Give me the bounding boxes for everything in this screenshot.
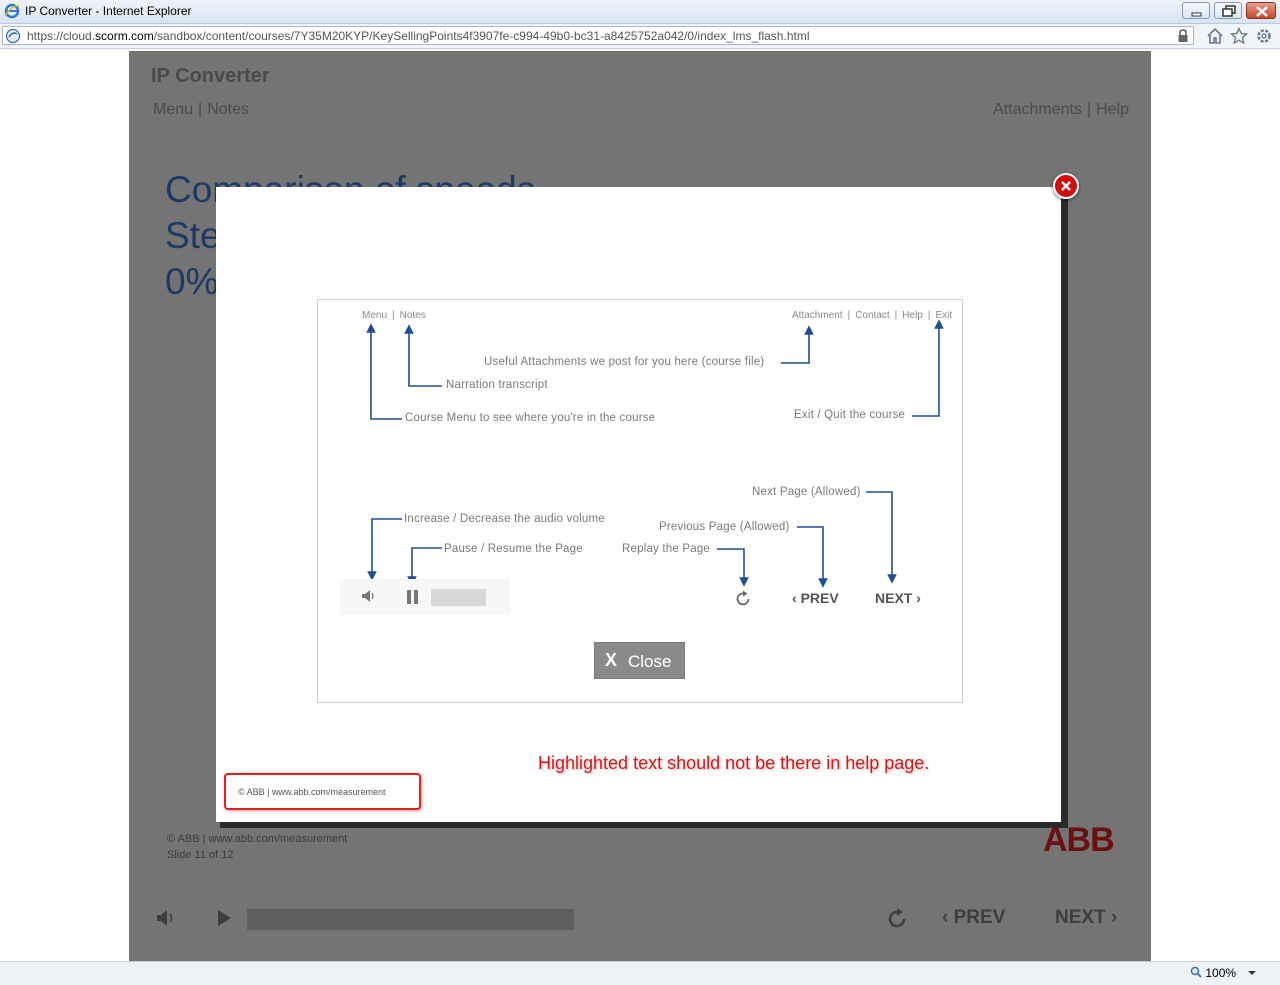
status-bar: 100% — [0, 961, 1280, 985]
arrow-menu — [366, 323, 402, 420]
help-contact-label: Contact — [855, 310, 890, 321]
help-menu-label: Menu — [362, 310, 388, 321]
zoom-level: 100% — [1205, 966, 1237, 980]
arrow-attachments — [781, 325, 814, 364]
help-notes-label: Notes — [399, 310, 426, 321]
help-top-menu-left: Menu | Notes — [362, 310, 426, 321]
mini-next-text: NEXT — [875, 590, 913, 606]
help-menu-desc: Course Menu to see where you're in the c… — [405, 412, 656, 424]
arrow-pause — [407, 547, 442, 586]
help-separator: | — [894, 310, 898, 321]
arrow-notes — [404, 324, 442, 387]
help-exit-label: Exit — [935, 310, 953, 321]
help-replay-desc: Replay the Page — [622, 543, 711, 555]
zoom-control[interactable]: 100% — [1190, 966, 1236, 980]
help-attachments-desc: Useful Attachments we post for you here … — [484, 356, 765, 368]
arrow-next — [866, 491, 897, 584]
annotation-text: Highlighted text should not be there in … — [538, 753, 930, 773]
help-separator: | — [392, 310, 395, 321]
pause-icon — [407, 590, 418, 604]
arrow-exit — [912, 319, 944, 417]
mini-prev-text: PREV — [800, 590, 839, 606]
close-x-icon: X — [605, 650, 618, 670]
help-close-button[interactable]: X Close — [594, 642, 685, 679]
zoom-icon — [1190, 966, 1202, 978]
chevron-right-icon: › — [912, 590, 921, 606]
replay-icon — [736, 590, 750, 606]
help-next-desc: Next Page (Allowed) — [752, 486, 861, 498]
annotation-highlight-box — [224, 773, 421, 810]
modal-close-button[interactable] — [1053, 173, 1079, 199]
arrow-previous — [797, 526, 828, 588]
help-exit-desc: Exit / Quit the course — [794, 409, 906, 421]
help-previous-desc: Previous Page (Allowed) — [659, 521, 790, 533]
help-pause-desc: Pause / Resume the Page — [444, 543, 583, 555]
close-button-label: Close — [628, 652, 672, 671]
help-volume-desc: Increase / Decrease the audio volume — [404, 513, 605, 525]
help-separator: | — [847, 310, 851, 321]
help-top-menu-right: Attachment | Contact | Help | Exit — [792, 310, 952, 321]
mini-next-label: NEXT › — [875, 590, 921, 606]
close-circle-icon — [1061, 181, 1071, 191]
arrow-replay — [717, 548, 749, 587]
mini-prev-label: ‹ PREV — [792, 590, 839, 606]
help-arrows — [366, 319, 944, 588]
mini-progress-bar — [431, 589, 486, 606]
help-attachment-label: Attachment — [792, 310, 843, 321]
help-notes-desc: Narration transcript — [446, 379, 548, 391]
speaker-icon — [362, 590, 374, 602]
help-separator: | — [927, 310, 931, 321]
dropdown-icon[interactable] — [1247, 970, 1257, 976]
chevron-left-icon: ‹ — [792, 590, 801, 606]
arrow-volume — [367, 518, 402, 581]
help-help-label: Help — [902, 310, 923, 321]
